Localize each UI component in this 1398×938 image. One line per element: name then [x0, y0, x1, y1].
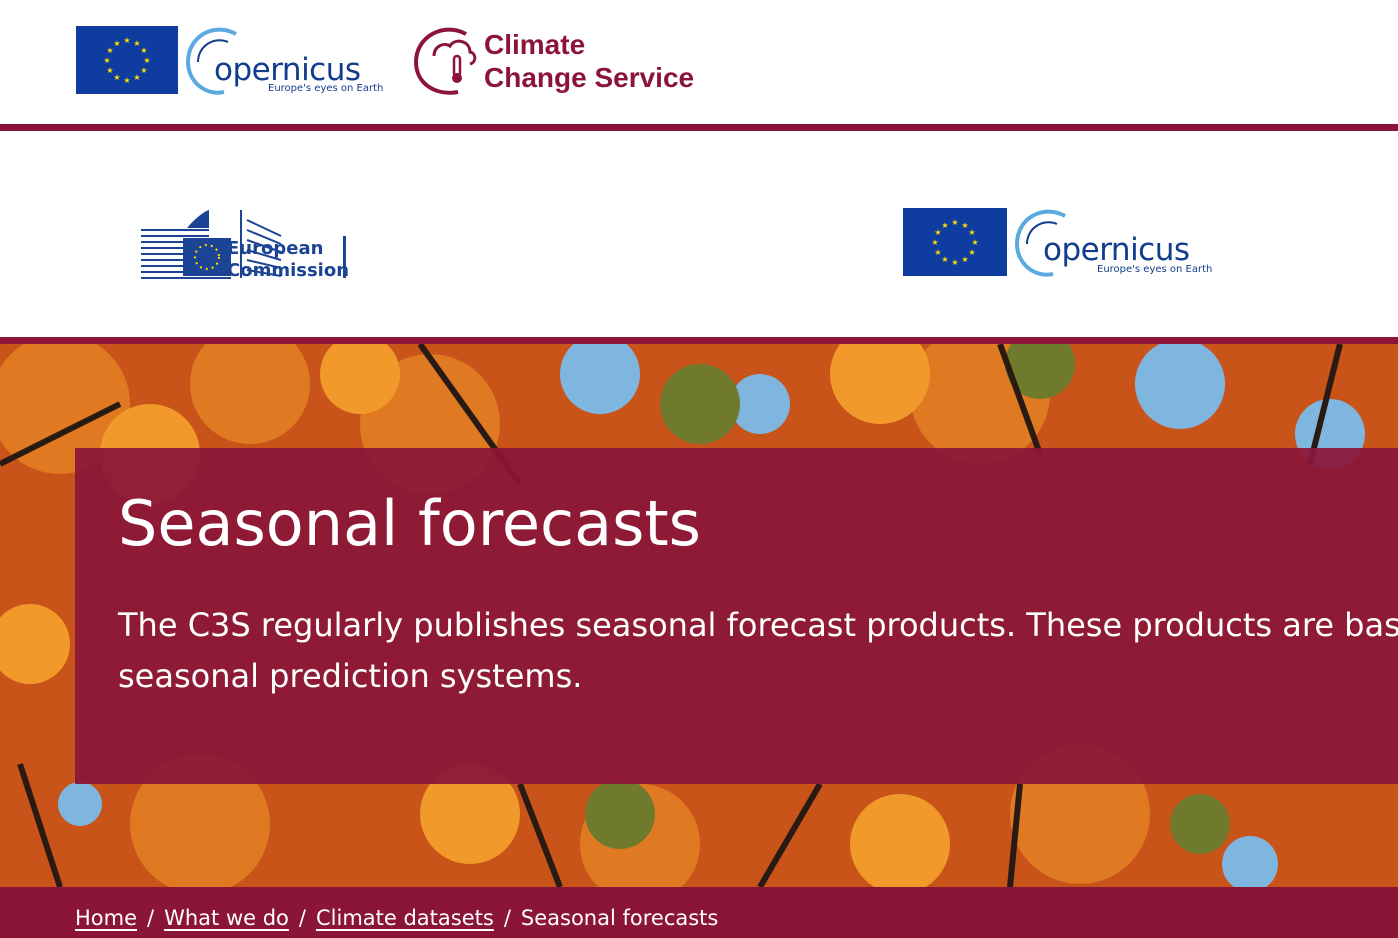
page-description: The C3S regularly publishes seasonal for…	[118, 606, 1398, 695]
header-divider	[0, 124, 1398, 131]
page-title: Seasonal forecasts	[118, 487, 701, 560]
svg-text:★: ★	[113, 39, 120, 48]
svg-text:★: ★	[123, 36, 130, 45]
svg-text:★: ★	[143, 56, 150, 65]
thermometer-cloud-icon	[414, 27, 477, 95]
svg-text:★: ★	[106, 66, 113, 75]
copernicus-logo-link[interactable]: opernicus Europe's eyes on Earth	[184, 24, 388, 98]
hero-panel: Seasonal forecasts The C3S regularly pub…	[75, 448, 1398, 784]
european-commission-text: European Commission	[227, 238, 349, 282]
svg-text:★: ★	[140, 66, 147, 75]
svg-text:★: ★	[951, 258, 958, 267]
svg-text:★: ★	[941, 255, 948, 264]
svg-text:★: ★	[971, 238, 978, 247]
breadcrumb-climate-datasets[interactable]: Climate datasets	[316, 906, 494, 930]
copernicus-tagline: Europe's eyes on Earth	[1097, 264, 1213, 275]
copernicus-partner-logo-link[interactable]: opernicus Europe's eyes on Earth	[1013, 206, 1219, 280]
ec-line1: European	[227, 238, 324, 259]
eu-flag-icon: ★ ★ ★ ★ ★ ★ ★ ★ ★ ★ ★ ★	[76, 26, 178, 94]
partners-divider	[0, 337, 1398, 344]
ec-divider	[343, 236, 346, 278]
breadcrumb-separator: /	[147, 906, 155, 930]
svg-text:★: ★	[103, 56, 110, 65]
svg-text:★: ★	[934, 248, 941, 257]
breadcrumb-what-we-do[interactable]: What we do	[164, 906, 289, 930]
copernicus-tagline: Europe's eyes on Earth	[268, 83, 384, 94]
svg-text:★: ★	[931, 238, 938, 247]
svg-text:★: ★	[968, 248, 975, 257]
breadcrumb-separator: /	[298, 906, 306, 930]
breadcrumb-current: Seasonal forecasts	[520, 906, 719, 930]
breadcrumb: Home / What we do / Climate datasets / Seasona…	[75, 906, 718, 930]
svg-text:★: ★	[941, 221, 948, 230]
hero-banner: Seasonal forecasts The C3S regularly pub…	[0, 344, 1398, 887]
svg-text:★: ★	[140, 46, 147, 55]
service-title-line2: Change Service	[484, 62, 695, 93]
breadcrumb-separator: /	[503, 906, 511, 930]
ec-line2: Commission	[227, 260, 350, 281]
svg-text:★: ★	[123, 76, 130, 85]
service-title-line1: Climate	[484, 29, 586, 60]
eu-flag-icon: ★ ★ ★ ★ ★ ★ ★ ★ ★ ★ ★ ★	[903, 208, 1007, 276]
svg-text:★: ★	[968, 228, 975, 237]
service-title[interactable]: Climate Change Service	[484, 28, 694, 94]
svg-text:★: ★	[113, 73, 120, 82]
svg-text:★: ★	[961, 255, 968, 264]
site-header: ★ ★ ★ ★ ★ ★ ★ ★ ★ ★ ★ ★ opernicus Europe's eyes …	[0, 0, 1398, 124]
breadcrumb-home[interactable]: Home	[75, 906, 137, 930]
copernicus-wordmark: opernicus	[1043, 232, 1190, 268]
svg-text:★: ★	[951, 218, 958, 227]
breadcrumb-bar: Home / What we do / Climate datasets / Seasona…	[0, 887, 1398, 938]
svg-text:★: ★	[133, 73, 140, 82]
